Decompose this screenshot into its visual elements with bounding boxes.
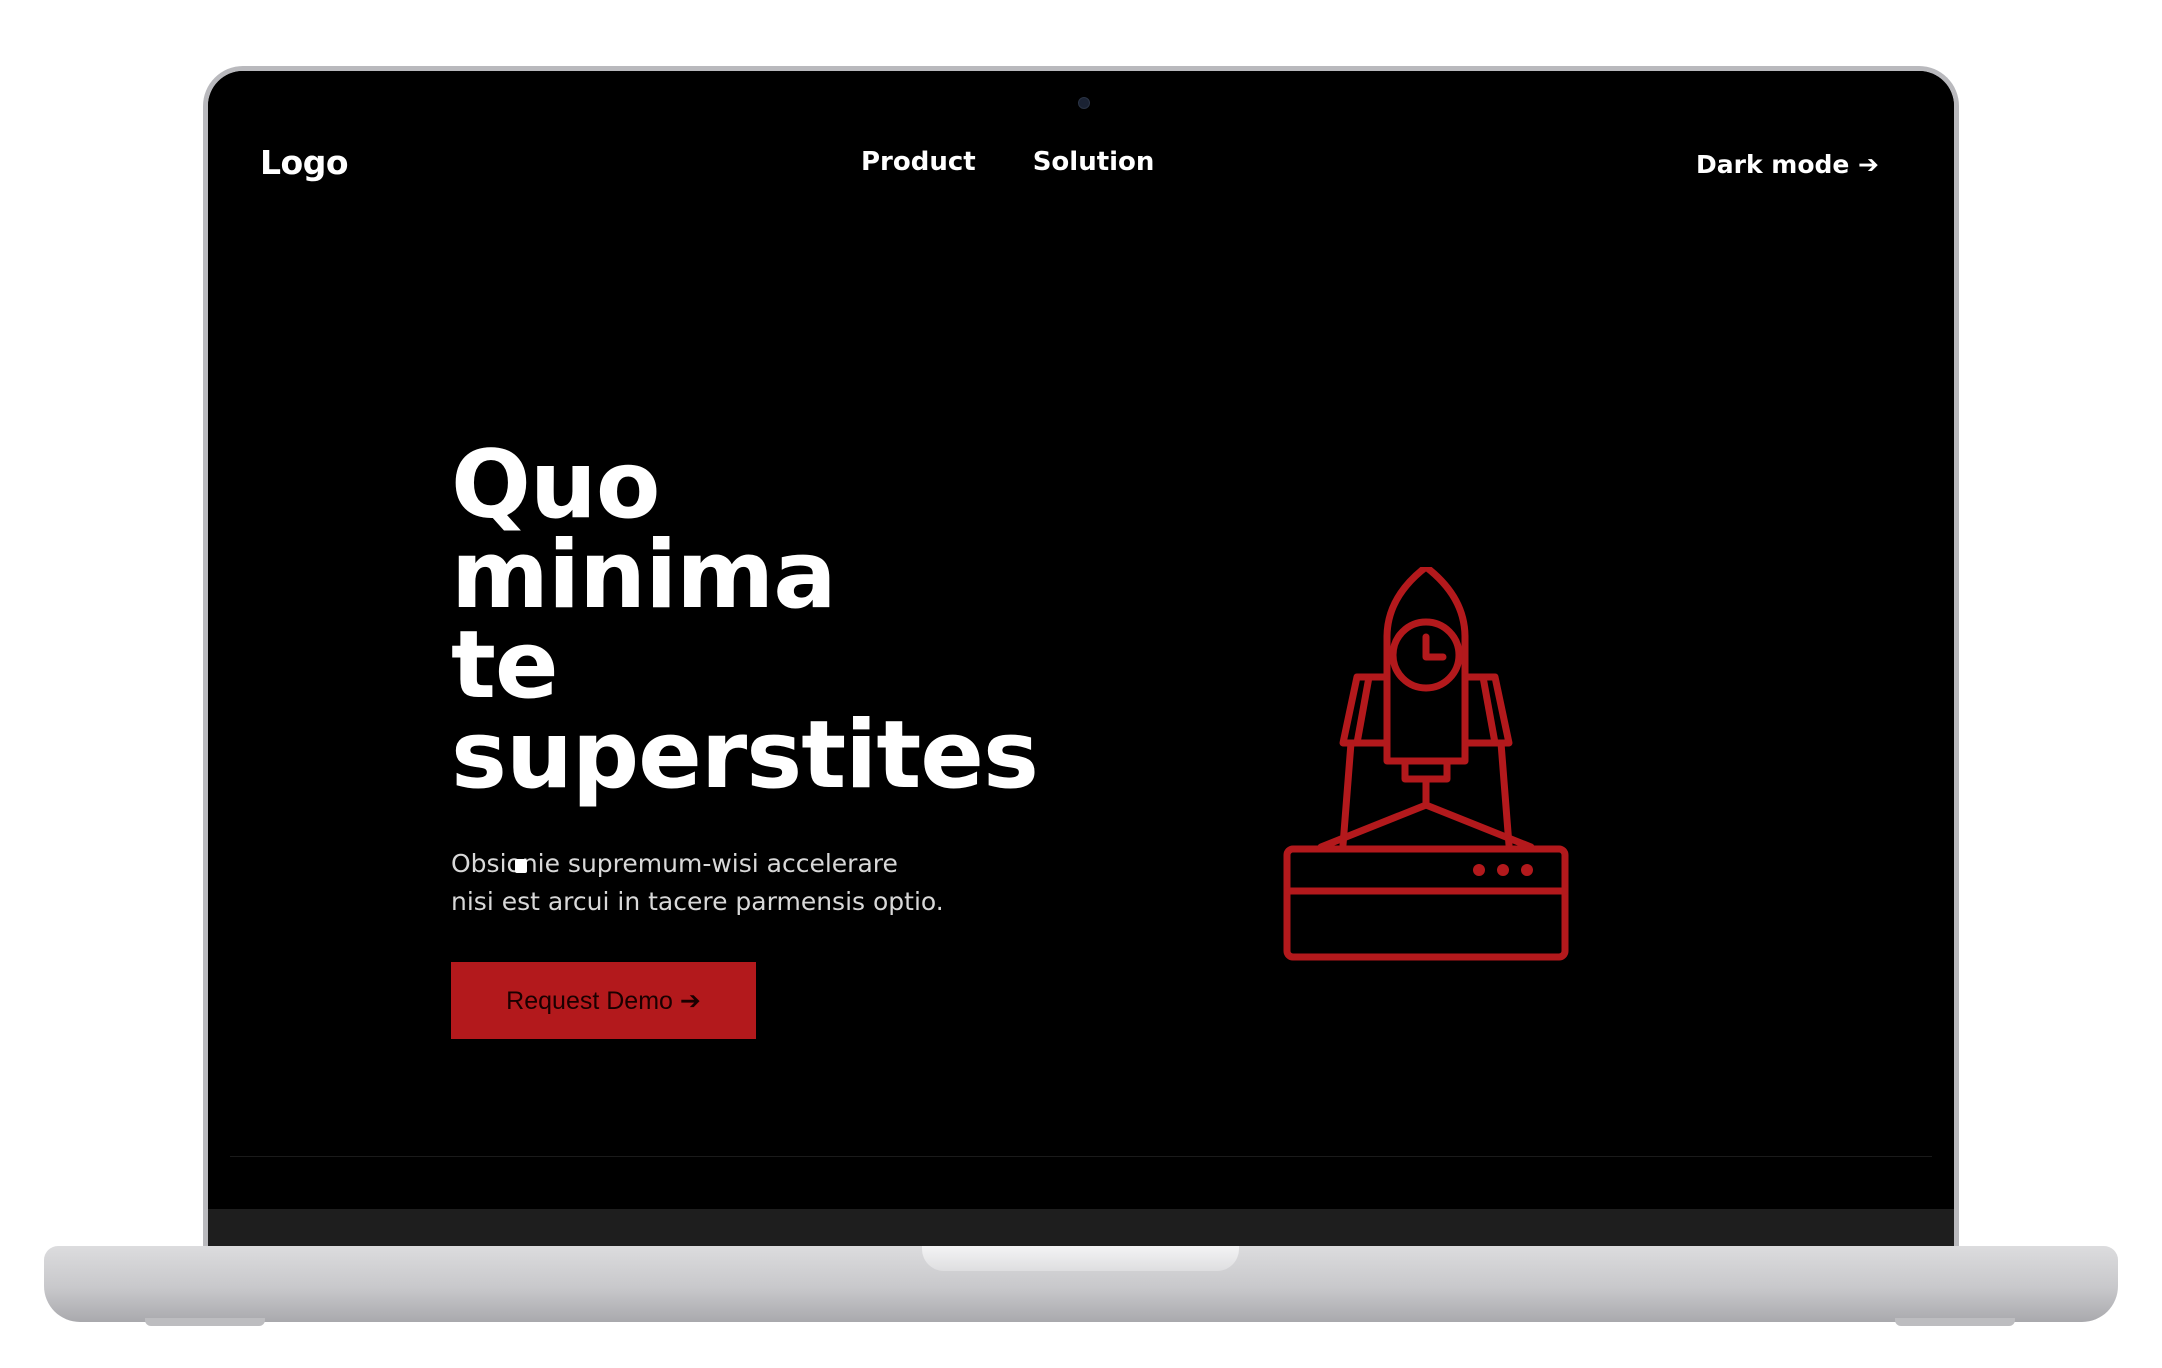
hero-title: Quo minima te superstites (451, 431, 1039, 810)
laptop-lid: Logo Product Solution Dark mode ➔ Quo mi… (203, 66, 1959, 1261)
hero-subtitle-line: nisi est arcui in tacere parmensis optio… (451, 887, 944, 916)
hero-title-line: superstites (451, 701, 1039, 810)
laptop-foot (1895, 1318, 2015, 1326)
section-divider (230, 1156, 1932, 1157)
hero-subtitle-line: Obsionie supremum-wisi accelerare (451, 849, 898, 878)
nav-link-solution[interactable]: Solution (1033, 147, 1155, 177)
webcam (1078, 97, 1090, 109)
hero-title-line: te (451, 611, 559, 720)
hero-title-line: Quo (451, 431, 660, 540)
hero-subtitle: Obsionie supremum-wisi accelerare nisi e… (451, 845, 1011, 921)
dark-mode-toggle[interactable]: Dark mode ➔ (1696, 150, 1879, 179)
main-nav: Product Solution (861, 147, 1154, 177)
request-demo-button[interactable]: Request Demo ➔ (451, 962, 756, 1039)
hero-title-line: minima (451, 521, 837, 630)
laptop-foot (145, 1318, 265, 1326)
logo[interactable]: Logo (260, 143, 349, 182)
laptop-mockup: Logo Product Solution Dark mode ➔ Quo mi… (0, 0, 2162, 1368)
text-cursor (515, 859, 527, 873)
rocket-launch-icon (1283, 567, 1569, 961)
screen: Logo Product Solution Dark mode ➔ Quo mi… (208, 71, 1954, 1261)
laptop-open-notch (922, 1246, 1239, 1271)
nav-link-product[interactable]: Product (861, 147, 976, 177)
